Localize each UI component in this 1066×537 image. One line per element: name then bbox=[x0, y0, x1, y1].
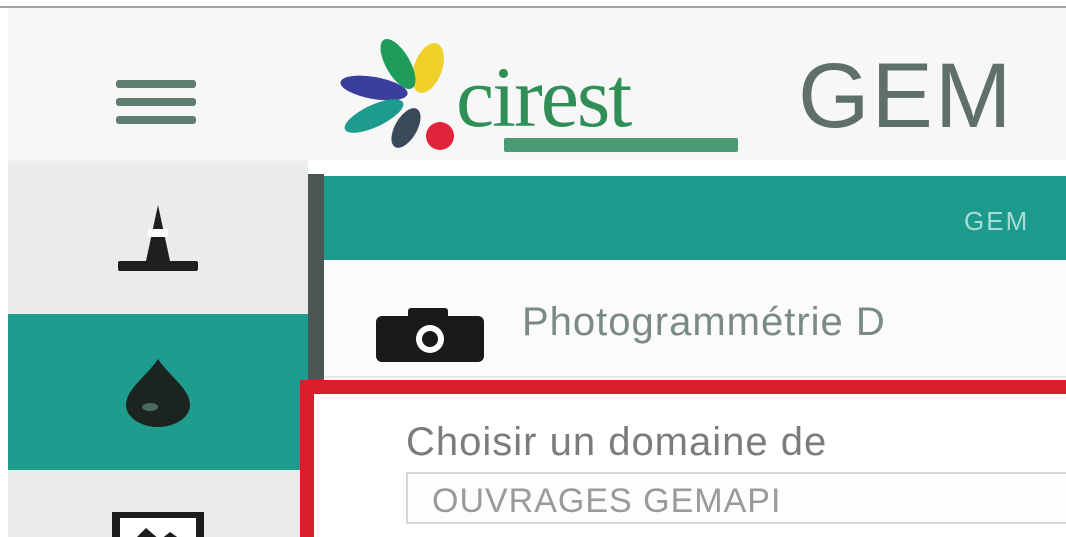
menu-bar bbox=[116, 116, 196, 124]
sidebar-item-images[interactable] bbox=[8, 470, 308, 537]
app-header: cirest GEM bbox=[8, 8, 1066, 160]
app-title: GEM bbox=[798, 45, 1014, 147]
photogrammetry-row[interactable]: Photogrammétrie D bbox=[324, 260, 1066, 378]
panel-header-label: GEM bbox=[964, 206, 1030, 236]
domain-select[interactable]: OUVRAGES GEMAPI bbox=[406, 472, 1066, 524]
window-top-edge bbox=[0, 0, 1066, 8]
logo-wordmark: cirest bbox=[456, 49, 632, 145]
domain-selector-box: Choisir un domaine de OUVRAGES GEMAPI bbox=[300, 380, 1066, 537]
cirest-logo[interactable]: cirest bbox=[328, 30, 748, 160]
camera-icon bbox=[376, 308, 484, 362]
image-icon bbox=[112, 512, 204, 537]
menu-bar bbox=[116, 80, 196, 88]
photogrammetry-label: Photogrammétrie D bbox=[522, 300, 886, 344]
sidebar-item-water[interactable] bbox=[8, 314, 308, 470]
sidebar-item-roads[interactable] bbox=[8, 166, 308, 314]
water-drop-icon bbox=[126, 359, 190, 427]
sidebar-nav bbox=[8, 160, 308, 537]
traffic-cone-icon bbox=[118, 205, 198, 271]
domain-selector-label: Choisir un domaine de bbox=[406, 420, 828, 464]
app-window: cirest GEM GEM Photogrammétrie D Choisir… bbox=[8, 8, 1066, 537]
hamburger-menu-icon[interactable] bbox=[116, 80, 196, 124]
menu-bar bbox=[116, 98, 196, 106]
logo-flower-icon bbox=[340, 39, 454, 150]
domain-select-value: OUVRAGES GEMAPI bbox=[432, 482, 782, 520]
logo-tagline bbox=[504, 138, 738, 152]
panel-header: GEM bbox=[324, 176, 1066, 260]
